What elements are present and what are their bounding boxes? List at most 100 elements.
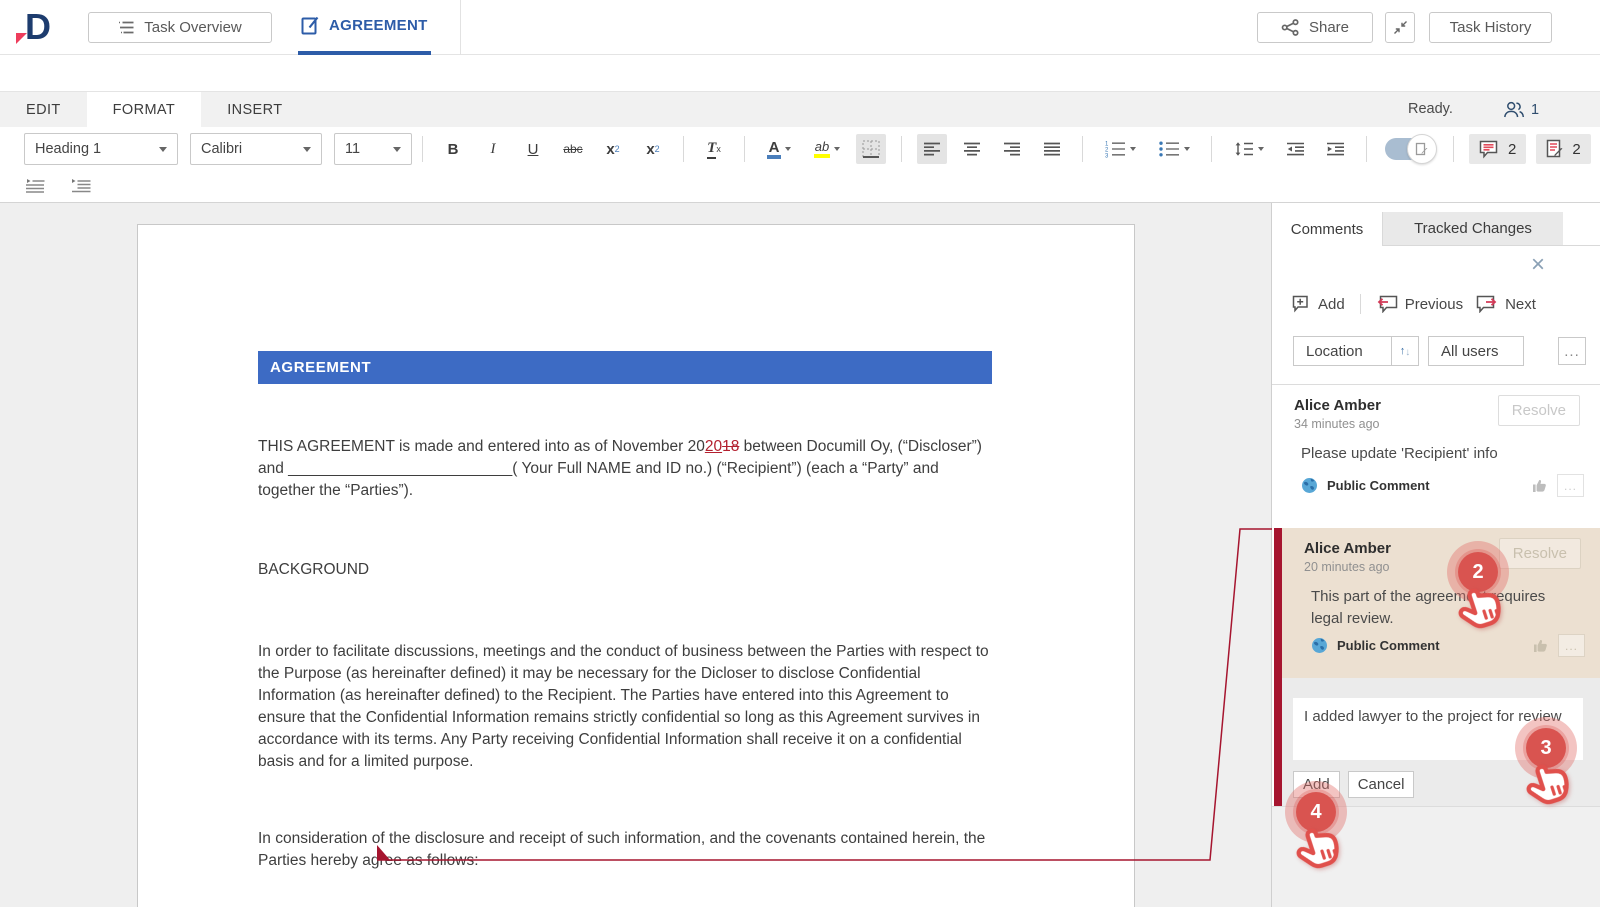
reply-cancel-button[interactable]: Cancel [1348,771,1415,798]
comment-more-button[interactable]: ... [1558,634,1585,657]
first-line-indent-button[interactable] [20,172,50,202]
reply-input[interactable]: I added lawyer to the project for review [1293,698,1583,760]
task-overview-button[interactable]: Task Overview [88,12,272,43]
tab-comments[interactable]: Comments [1272,212,1382,246]
borders-button[interactable] [856,134,886,164]
document-heading-bar[interactable]: AGREEMENT [258,351,992,384]
numbered-list-icon: 123 [1105,140,1126,158]
comment-more-button[interactable]: ... [1557,474,1584,497]
decrease-indent-icon [1287,142,1305,157]
toolbar-divider [422,136,423,162]
active-comment-thread: Alice Amber 20 minutes ago Resolve This … [1274,528,1600,806]
menu-tab-format[interactable]: FORMAT [87,92,202,127]
chevron-down-icon [785,147,791,151]
superscript-button[interactable]: x2 [598,134,628,164]
tracked-deletion[interactable]: 18 [722,438,739,455]
active-users-indicator[interactable]: 1 [1503,92,1539,127]
clear-format-t: T [707,140,716,159]
toolbar-divider [683,136,684,162]
intro-text-before: THIS AGREEMENT is made and entered into … [258,438,705,455]
share-button[interactable]: Share [1257,12,1373,43]
next-comment-button[interactable]: Next [1476,295,1536,313]
bold-button[interactable]: B [438,134,468,164]
comment-footer: Public Comment ... [1311,634,1585,657]
menu-tab-insert[interactable]: INSERT [201,92,308,127]
font-size-select[interactable]: 11 [334,133,412,165]
increase-indent-button[interactable] [1321,134,1351,164]
font-color-button[interactable]: A [760,134,798,164]
chevron-down-icon [1258,147,1264,151]
resolve-button[interactable]: Resolve [1499,538,1581,569]
tracked-document-icon [1546,139,1564,159]
top-bar-divider [460,0,461,55]
numbered-list-button[interactable]: 123 [1098,134,1142,164]
comment-timestamp: 20 minutes ago [1304,560,1389,574]
comment-card-2[interactable]: Alice Amber 20 minutes ago Resolve This … [1282,528,1600,678]
paragraph-style-select[interactable]: Heading 1 [24,133,178,165]
comment-actions: Add Previous Next [1292,291,1536,317]
thumbs-up-icon[interactable] [1532,478,1548,493]
first-line-indent-icon [25,179,45,194]
toolbar-divider [1453,136,1454,162]
logo-letter: D [25,8,51,46]
resolve-button[interactable]: Resolve [1498,395,1580,426]
consideration-paragraph[interactable]: In consideration of the disclosure and r… [258,828,992,872]
document-content: AGREEMENT THIS AGREEMENT is made and ent… [258,351,992,872]
justify-button[interactable] [1037,134,1067,164]
subscript-index: 2 [655,144,660,154]
user-filter-select[interactable]: All users [1428,336,1524,366]
action-bar: Complete task File History [0,56,1600,92]
share-icon [1281,19,1300,36]
align-left-button[interactable] [917,134,947,164]
underline-button[interactable]: U [518,134,548,164]
tab-agreement-document[interactable]: AGREEMENT [298,0,431,55]
collapse-view-button[interactable] [1385,12,1415,43]
font-family-select[interactable]: Calibri [190,133,322,165]
sort-by-location-select[interactable]: Location ↑↓ [1293,336,1419,366]
thumbs-up-icon[interactable] [1533,638,1549,653]
tracked-changes-count-button[interactable]: 2 [1536,134,1590,164]
format-toolbar: Heading 1 Calibri 11 B I U abc x2 x2 Tx … [0,127,1600,171]
intro-paragraph[interactable]: THIS AGREEMENT is made and entered into … [258,436,992,502]
more-filters-button[interactable]: ... [1558,337,1586,365]
comments-count-button[interactable]: 2 [1469,134,1526,164]
comment-card-1[interactable]: Alice Amber 34 minutes ago Resolve Pleas… [1272,384,1600,517]
superscript-exponent: 2 [615,144,620,154]
documill-logo[interactable]: D [16,8,51,46]
share-label: Share [1309,19,1349,36]
sort-direction-icon[interactable]: ↑↓ [1391,337,1418,365]
align-right-button[interactable] [997,134,1027,164]
background-paragraph[interactable]: In order to facilitate discussions, meet… [258,641,992,773]
menu-tab-edit[interactable]: EDIT [0,92,87,127]
highlight-color-button[interactable]: ab [808,134,846,164]
previous-comment-button[interactable]: Previous [1376,295,1463,313]
font-color-label: A [767,140,782,159]
tracked-insertion[interactable]: 20 [705,438,722,455]
close-panel-button[interactable]: × [1524,251,1552,279]
italic-button[interactable]: I [478,134,508,164]
tracked-changes-toggle[interactable] [1385,138,1429,160]
background-heading[interactable]: BACKGROUND [258,559,992,581]
document-canvas[interactable]: AGREEMENT THIS AGREEMENT is made and ent… [0,203,1271,907]
add-comment-button[interactable]: Add [1292,295,1345,313]
hanging-indent-button[interactable] [66,172,96,202]
align-center-button[interactable] [957,134,987,164]
chevron-down-icon [393,147,401,152]
decrease-indent-button[interactable] [1281,134,1311,164]
reply-add-button[interactable]: Add [1293,771,1340,798]
comment-text: Please update 'Recipient' info [1301,443,1578,465]
strikethrough-button[interactable]: abc [558,134,588,164]
document-page[interactable]: AGREEMENT THIS AGREEMENT is made and ent… [137,224,1135,907]
actions-divider [1360,294,1361,314]
line-spacing-button[interactable] [1227,134,1271,164]
superscript-base: x [606,141,614,158]
clear-formatting-button[interactable]: Tx [699,134,729,164]
bold-label: B [448,141,459,158]
subscript-button[interactable]: x2 [638,134,668,164]
chevron-down-icon [834,147,840,151]
comment-bubble-icon [1479,140,1500,159]
task-history-button[interactable]: Task History [1429,12,1552,43]
italic-label: I [491,141,496,158]
bullet-list-button[interactable] [1152,134,1196,164]
tab-tracked-changes[interactable]: Tracked Changes [1382,212,1563,246]
